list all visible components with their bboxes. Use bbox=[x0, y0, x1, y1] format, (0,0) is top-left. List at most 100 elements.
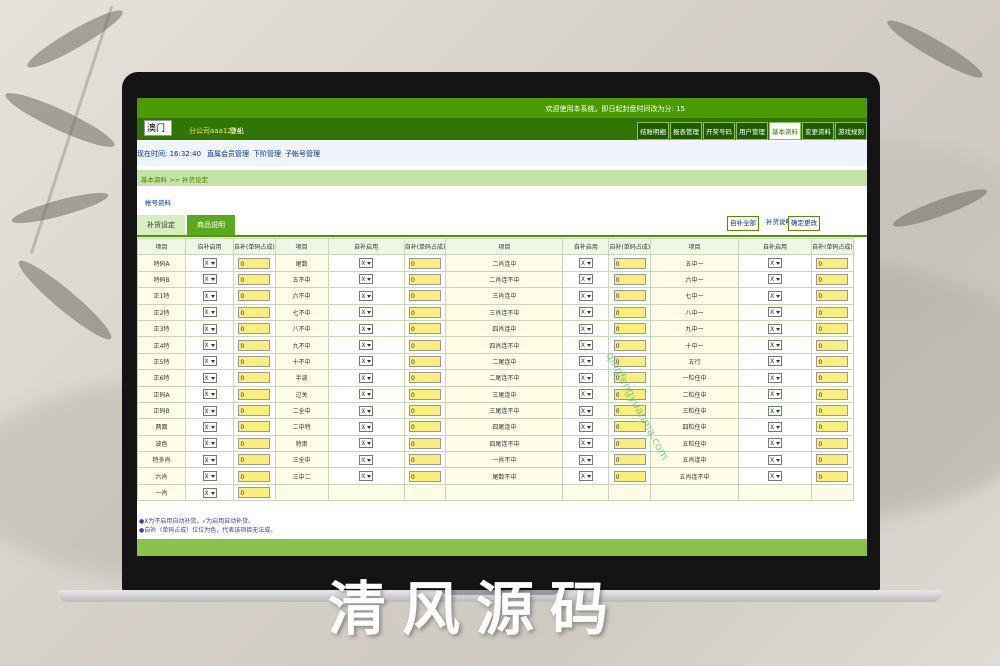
share-input[interactable]: 0 bbox=[409, 372, 442, 384]
enable-select[interactable]: X bbox=[768, 340, 783, 351]
share-input[interactable]: 0 bbox=[613, 470, 646, 482]
enable-select[interactable]: X bbox=[202, 258, 217, 269]
share-input[interactable]: 0 bbox=[409, 306, 442, 318]
share-input[interactable]: 0 bbox=[409, 388, 442, 400]
share-input[interactable]: 0 bbox=[816, 405, 849, 417]
enable-select[interactable]: X bbox=[578, 307, 593, 318]
enable-select[interactable]: X bbox=[359, 389, 374, 400]
enable-select[interactable]: X bbox=[578, 356, 593, 367]
enable-select[interactable]: X bbox=[202, 372, 217, 383]
enable-select[interactable]: X bbox=[202, 454, 217, 465]
share-input[interactable]: 0 bbox=[409, 273, 442, 285]
tab-product-info[interactable]: 商品说明 bbox=[187, 215, 235, 235]
enable-select[interactable]: X bbox=[359, 421, 374, 432]
share-input[interactable]: 0 bbox=[816, 339, 849, 351]
enable-select[interactable]: X bbox=[578, 372, 593, 383]
enable-select[interactable]: X bbox=[359, 258, 374, 269]
enable-select[interactable]: X bbox=[359, 340, 374, 351]
share-input[interactable]: 0 bbox=[409, 454, 442, 466]
share-input[interactable]: 0 bbox=[238, 339, 271, 351]
enable-select[interactable]: X bbox=[202, 438, 217, 449]
enable-select[interactable]: X bbox=[768, 290, 783, 301]
enable-select[interactable]: X bbox=[202, 323, 217, 334]
enable-select[interactable]: X bbox=[359, 307, 374, 318]
share-input[interactable]: 0 bbox=[409, 421, 442, 433]
enable-select[interactable]: X bbox=[202, 471, 217, 482]
enable-select[interactable]: X bbox=[202, 290, 217, 301]
enable-select[interactable]: X bbox=[578, 389, 593, 400]
share-input[interactable]: 0 bbox=[816, 290, 849, 302]
share-input[interactable]: 0 bbox=[816, 421, 849, 433]
share-input[interactable]: 0 bbox=[613, 306, 646, 318]
enable-select[interactable]: X bbox=[359, 290, 374, 301]
enable-select[interactable]: X bbox=[578, 421, 593, 432]
nav-tab[interactable]: 变更资料 bbox=[802, 122, 834, 140]
enable-select[interactable]: X bbox=[578, 258, 593, 269]
share-input[interactable]: 0 bbox=[409, 257, 442, 269]
enable-select[interactable]: X bbox=[202, 274, 217, 285]
share-input[interactable]: 0 bbox=[613, 454, 646, 466]
enable-select[interactable]: X bbox=[359, 274, 374, 285]
share-input[interactable]: 0 bbox=[816, 355, 849, 367]
share-input[interactable]: 0 bbox=[238, 323, 271, 335]
tab-replenish-settings[interactable]: 补货设定 bbox=[137, 215, 185, 235]
share-input[interactable]: 0 bbox=[816, 306, 849, 318]
sub-link[interactable]: 子帐号管理 bbox=[285, 149, 320, 159]
auto-all-button[interactable]: 自补全部 bbox=[727, 216, 759, 231]
share-input[interactable]: 0 bbox=[238, 437, 271, 449]
share-input[interactable]: 0 bbox=[409, 405, 442, 417]
share-input[interactable]: 0 bbox=[816, 273, 849, 285]
share-input[interactable]: 0 bbox=[238, 273, 271, 285]
nav-tab[interactable]: 用户管理 bbox=[736, 122, 768, 140]
enable-select[interactable]: X bbox=[768, 258, 783, 269]
enable-select[interactable]: X bbox=[359, 405, 374, 416]
enable-select[interactable]: X bbox=[768, 307, 783, 318]
enable-select[interactable]: X bbox=[578, 323, 593, 334]
enable-select[interactable]: X bbox=[202, 340, 217, 351]
share-input[interactable]: 0 bbox=[238, 388, 271, 400]
enable-select[interactable]: X bbox=[202, 421, 217, 432]
enable-select[interactable]: X bbox=[578, 274, 593, 285]
enable-select[interactable]: X bbox=[359, 454, 374, 465]
share-input[interactable]: 0 bbox=[238, 470, 271, 482]
enable-select[interactable]: X bbox=[359, 372, 374, 383]
enable-select[interactable]: X bbox=[359, 471, 374, 482]
sub-link[interactable]: 直属会员管理 bbox=[207, 149, 249, 159]
enable-select[interactable]: X bbox=[768, 405, 783, 416]
enable-select[interactable]: X bbox=[768, 438, 783, 449]
enable-select[interactable]: X bbox=[359, 438, 374, 449]
share-input[interactable]: 0 bbox=[816, 257, 849, 269]
enable-select[interactable]: X bbox=[202, 356, 217, 367]
enable-select[interactable]: X bbox=[768, 421, 783, 432]
enable-select[interactable]: X bbox=[578, 454, 593, 465]
confirm-change-button[interactable]: 确定更改 bbox=[788, 216, 820, 231]
share-input[interactable]: 0 bbox=[816, 454, 849, 466]
enable-select[interactable]: X bbox=[768, 274, 783, 285]
share-input[interactable]: 0 bbox=[613, 437, 646, 449]
enable-select[interactable]: X bbox=[768, 454, 783, 465]
nav-tab[interactable]: 结账明细 bbox=[637, 122, 669, 140]
share-input[interactable]: 0 bbox=[238, 454, 271, 466]
share-input[interactable]: 0 bbox=[238, 421, 271, 433]
enable-select[interactable]: X bbox=[768, 372, 783, 383]
enable-select[interactable]: X bbox=[578, 438, 593, 449]
share-input[interactable]: 0 bbox=[613, 323, 646, 335]
account-info-link[interactable]: 帐号资料 bbox=[145, 197, 171, 207]
enable-select[interactable]: X bbox=[578, 340, 593, 351]
share-input[interactable]: 0 bbox=[816, 372, 849, 384]
enable-select[interactable]: X bbox=[768, 389, 783, 400]
enable-select[interactable]: X bbox=[359, 323, 374, 334]
share-input[interactable]: 0 bbox=[816, 388, 849, 400]
enable-select[interactable]: X bbox=[359, 356, 374, 367]
enable-select[interactable]: X bbox=[202, 405, 217, 416]
enable-select[interactable]: X bbox=[768, 356, 783, 367]
enable-select[interactable]: X bbox=[578, 290, 593, 301]
share-input[interactable]: 0 bbox=[409, 470, 442, 482]
sub-link[interactable]: 下阶管理 bbox=[253, 149, 281, 159]
share-input[interactable]: 0 bbox=[613, 339, 646, 351]
enable-select[interactable]: X bbox=[202, 307, 217, 318]
share-input[interactable]: 0 bbox=[238, 290, 271, 302]
share-input[interactable]: 0 bbox=[409, 355, 442, 367]
share-input[interactable]: 0 bbox=[238, 405, 271, 417]
logout-link[interactable]: 登出 bbox=[230, 126, 244, 136]
